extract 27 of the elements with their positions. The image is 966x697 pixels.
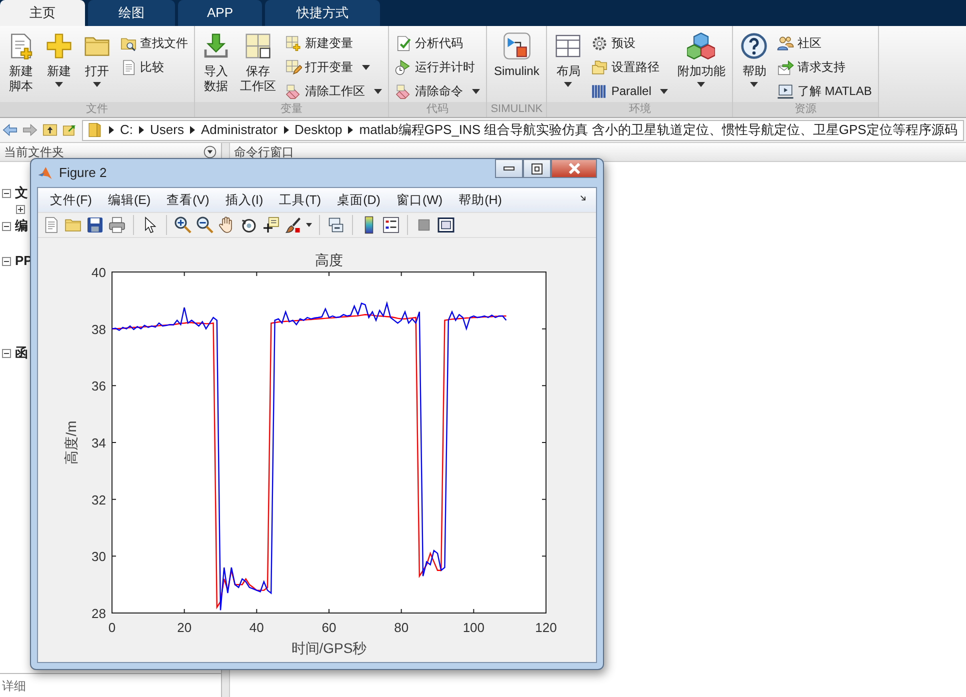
panel-title: 命令行窗口 (234, 144, 294, 161)
window-title: Figure 2 (59, 164, 107, 182)
tick-label: 60 (322, 620, 336, 635)
axis-label: 高度/m (63, 420, 79, 464)
tick-label: 28 (92, 606, 106, 621)
tick-label: 34 (92, 436, 106, 450)
details-label: 详细 (0, 673, 221, 697)
group-label: SIMULINK (487, 102, 546, 117)
group-label: 文件 (0, 102, 194, 117)
axis-label: 时间/GPS秒 (291, 640, 367, 656)
panel-title: 当前文件夹 (4, 144, 64, 161)
group-label: 环境 (547, 102, 732, 117)
tick-label: 30 (92, 549, 106, 564)
tick-label: 40 (92, 265, 106, 280)
tick-label: 32 (92, 492, 106, 508)
tick-label: 40 (249, 620, 264, 635)
tick-label: 0 (108, 620, 116, 635)
tick-label: 120 (535, 620, 557, 635)
chart-title: 高度 (315, 252, 343, 268)
tick-label: 20 (177, 620, 192, 635)
group-label: 资源 (733, 102, 878, 117)
tick-label: 36 (92, 378, 106, 394)
group-label: 代码 (389, 102, 486, 117)
tick-label: 80 (394, 620, 409, 635)
group-label: 变量 (195, 102, 388, 117)
tick-label: 100 (462, 620, 485, 635)
tick-label: 38 (92, 322, 106, 337)
